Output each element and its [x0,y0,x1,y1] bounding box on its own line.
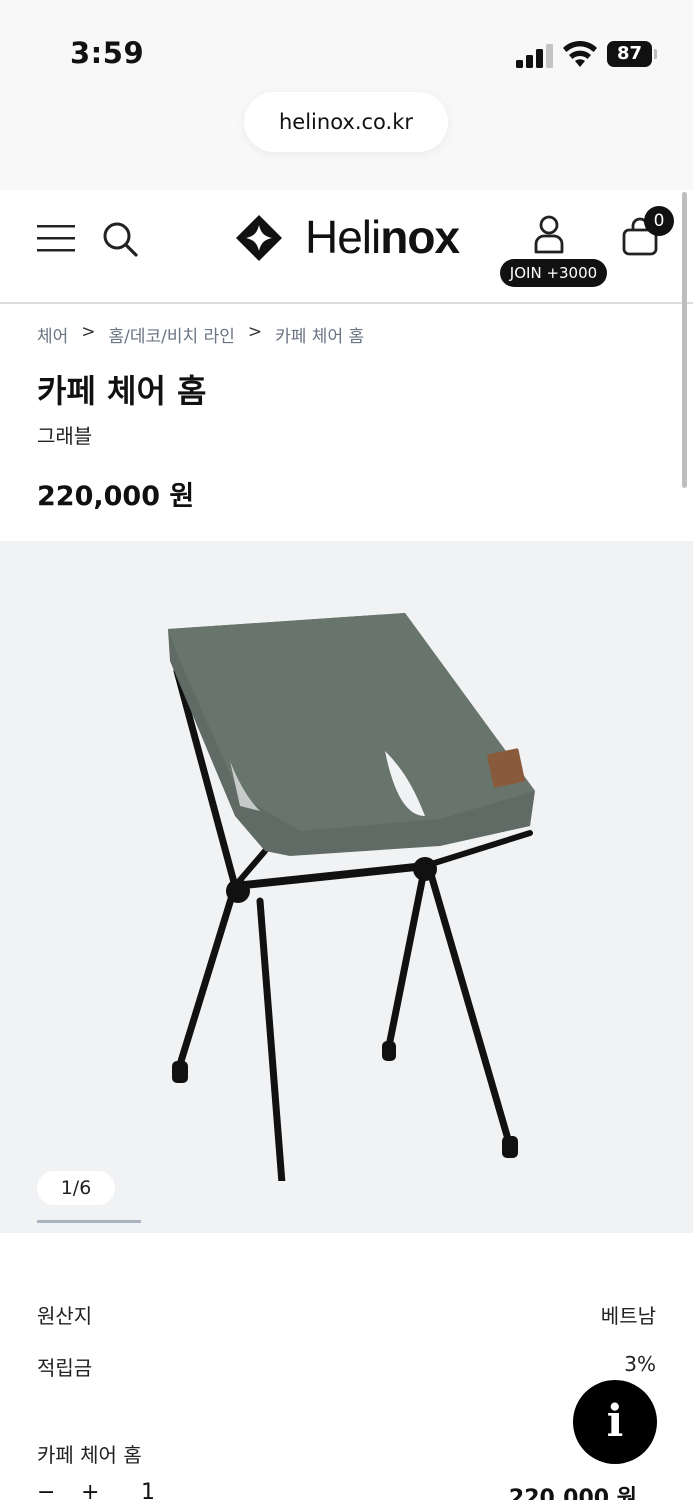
product-title: 카페 체어 홈 [37,372,207,410]
logo-mark-icon [236,215,282,261]
breadcrumb-separator: > [81,322,96,342]
product-variant: 그래블 [37,424,93,448]
quantity-increase-button[interactable]: + [81,1480,99,1500]
breadcrumb-separator: > [247,322,263,342]
cellular-signal-icon [516,44,553,68]
helinox-logo[interactable]: Helinox [235,211,465,264]
breadcrumb: 체어 > 홈/데코/비치 라인 > 카페 체어 홈 [37,322,364,347]
detail-value: 3% [624,1352,656,1376]
breadcrumb-item-current[interactable]: 카페 체어 홈 [275,322,364,347]
product-image-gallery[interactable]: 1/6 [0,541,693,1233]
wifi-icon [563,40,597,67]
gallery-progress-bar [37,1220,141,1223]
page-scrollbar[interactable] [682,192,687,488]
status-time: 3:59 [70,36,145,70]
quantity-stepper: − + 1 220,000 원 [37,1480,637,1500]
detail-row-points: 적립금 3% [37,1352,656,1381]
selected-option-name: 카페 체어 홈 [37,1443,142,1467]
join-reward-badge[interactable]: JOIN +3000 [500,259,607,287]
detail-row-origin: 원산지 베트남 [37,1300,656,1329]
logo-wordmark: Helinox [305,211,460,263]
status-bar: 3:59 87 [0,0,693,90]
product-image-chair [168,613,535,1181]
browser-url-area: helinox.co.kr [0,90,693,190]
detail-value: 베트남 [600,1304,656,1328]
user-account-icon[interactable] [532,214,566,254]
site-header: Helinox JOIN +3000 0 [0,190,693,304]
breadcrumb-item-chair[interactable]: 체어 [37,322,68,347]
order-total-price: 220,000 원 [508,1486,637,1500]
hamburger-menu-icon[interactable] [37,223,75,253]
breadcrumb-item-home-deco[interactable]: 홈/데코/비치 라인 [109,322,235,347]
url-bar[interactable]: helinox.co.kr [244,92,448,152]
battery-icon: 87 [607,41,657,67]
info-floating-button[interactable]: i [573,1380,657,1464]
battery-level: 87 [607,41,652,67]
search-icon[interactable] [101,220,139,258]
detail-label: 원산지 [37,1304,93,1328]
detail-label: 적립금 [37,1356,93,1380]
quantity-decrease-button[interactable]: − [37,1480,55,1500]
gallery-page-indicator: 1/6 [37,1171,115,1205]
product-price: 220,000 원 [37,481,195,512]
quantity-value[interactable]: 1 [141,1480,155,1500]
cart-count-badge: 0 [644,206,674,236]
